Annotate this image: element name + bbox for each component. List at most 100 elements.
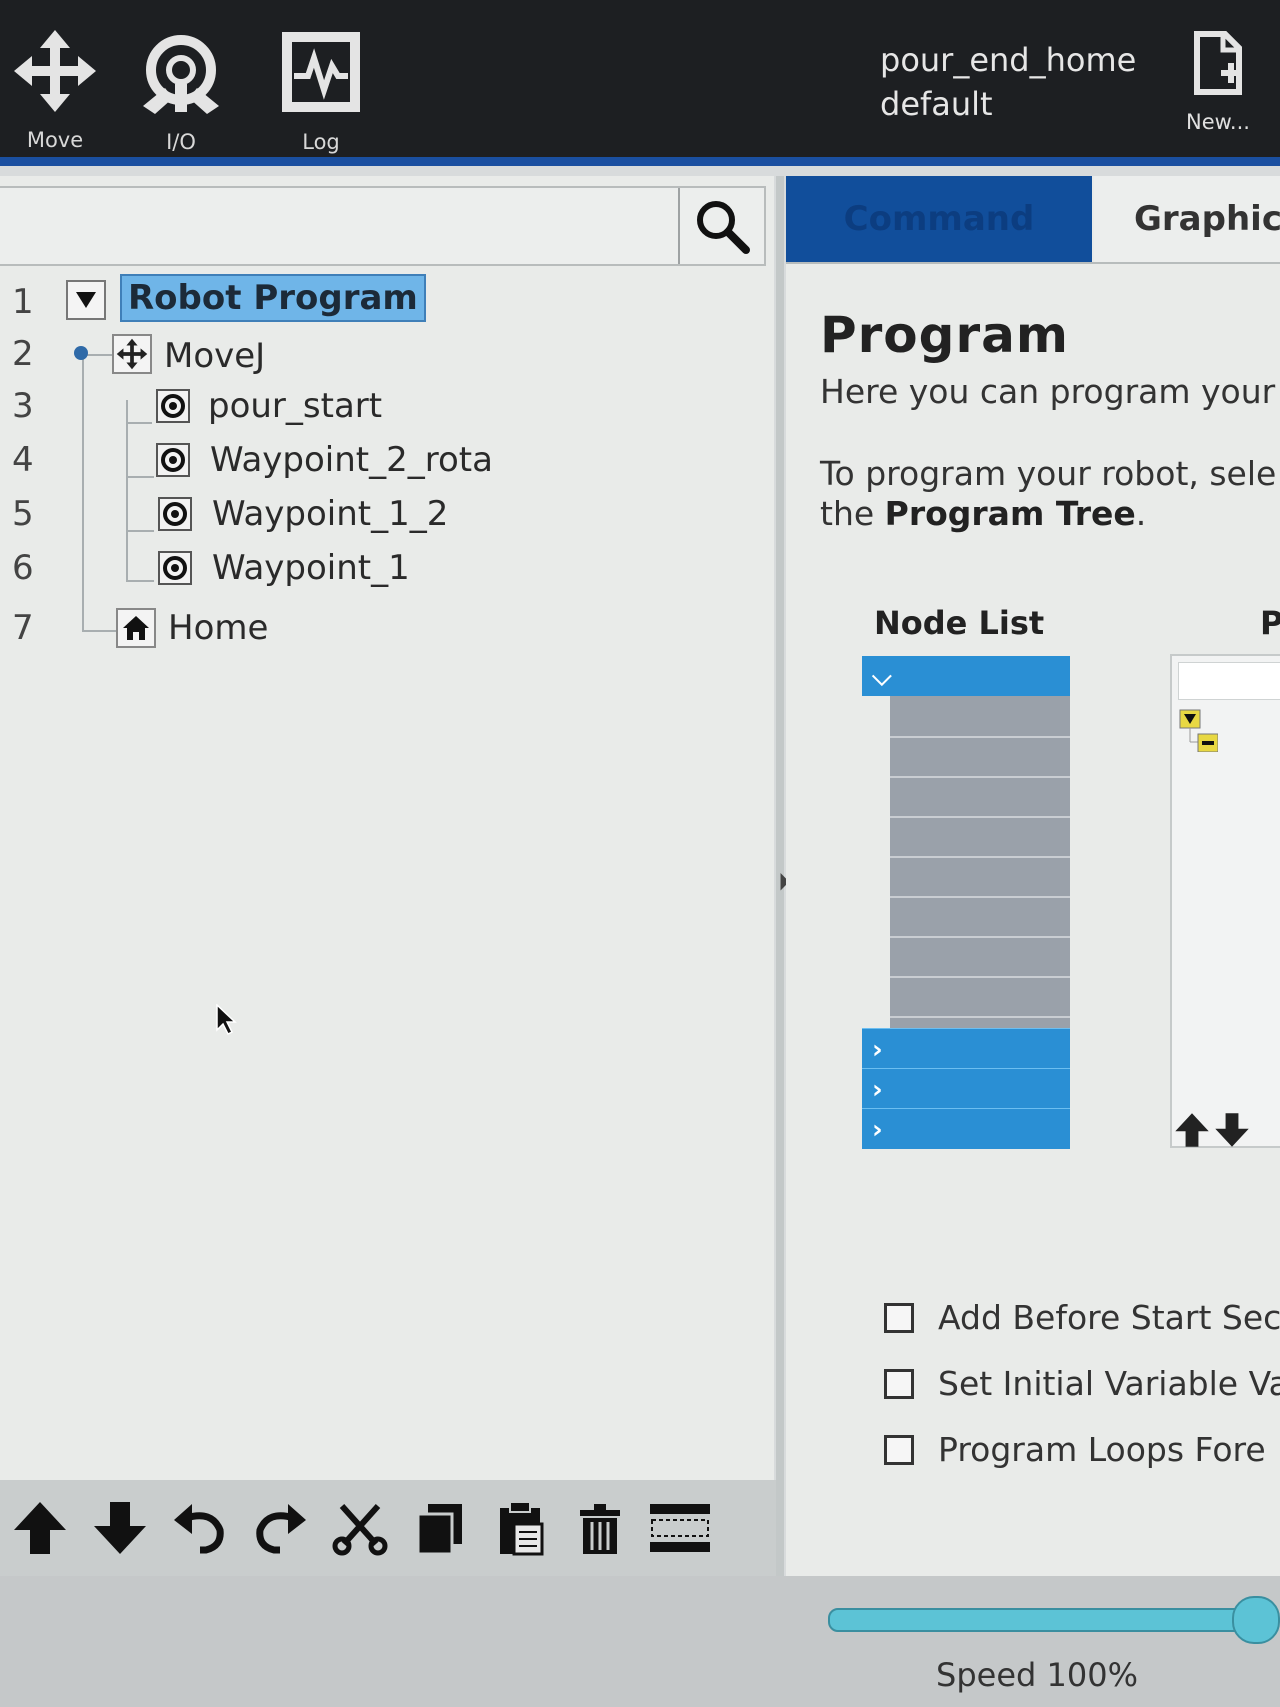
undo-button[interactable] xyxy=(160,1488,240,1568)
node-list-group[interactable]: › xyxy=(862,1068,1070,1109)
chevron-down-icon: ⌵ xyxy=(872,662,892,692)
mouse-cursor-icon xyxy=(216,1004,237,1036)
line-number: 5 xyxy=(12,494,34,534)
waypoint-icon xyxy=(156,389,190,423)
new-file-icon xyxy=(1194,31,1242,95)
move-label: Move xyxy=(26,128,84,152)
move-arrows-icon xyxy=(14,30,96,112)
paste-icon xyxy=(500,1501,544,1556)
program-info: pour_end_home default xyxy=(880,38,1136,126)
paste-button[interactable] xyxy=(480,1488,560,1568)
program-name: pour_end_home xyxy=(880,41,1137,79)
program-preview xyxy=(1170,654,1280,1148)
checkbox-label: Add Before Start Sec xyxy=(938,1298,1280,1337)
checkbox-label: Program Loops Fore xyxy=(938,1430,1266,1469)
log-tab-button[interactable]: Log xyxy=(266,28,376,154)
tree-node-label: Waypoint_1_2 xyxy=(212,494,449,534)
waypoint-icon xyxy=(158,497,192,531)
program-tree-pane: 1 Robot Program 2 MoveJ 3 pour_start 4 W… xyxy=(0,176,774,1576)
move-arrows-icon xyxy=(112,334,152,374)
program-loops-forever-checkbox[interactable]: Program Loops Fore xyxy=(884,1430,1266,1469)
log-label: Log xyxy=(302,130,340,154)
node-list-group[interactable]: › xyxy=(862,1108,1070,1149)
line-number: 1 xyxy=(12,282,34,322)
tree-row-movej[interactable]: 2 MoveJ xyxy=(0,328,770,380)
chevron-right-icon: › xyxy=(872,1115,883,1145)
tab-underline xyxy=(786,262,1280,264)
move-tab-button[interactable]: Move xyxy=(0,28,110,152)
speed-slider-handle[interactable] xyxy=(1232,1596,1280,1644)
tab-command[interactable]: Command xyxy=(786,176,1092,262)
description-line: the Program Tree. xyxy=(820,494,1146,534)
command-pane: Command Graphic Program Here you can pro… xyxy=(786,176,1280,1576)
list-divider xyxy=(890,816,1070,818)
redo-button[interactable] xyxy=(240,1488,320,1568)
page-title: Program xyxy=(820,306,1069,364)
io-tab-button[interactable]: I/O xyxy=(126,28,236,154)
move-up-icon[interactable] xyxy=(1174,1112,1210,1148)
description-line: Here you can program your xyxy=(820,372,1276,411)
tree-row-waypoint[interactable]: 4 Waypoint_2_rota xyxy=(0,434,770,486)
move-up-icon xyxy=(14,1502,66,1554)
move-up-button[interactable] xyxy=(0,1488,80,1568)
home-icon xyxy=(116,608,156,648)
header-toolbar: Move I/O Log pour_end_home default New..… xyxy=(0,0,1280,157)
checkbox-label: Set Initial Variable Va xyxy=(938,1364,1280,1403)
tree-row-robot-program[interactable]: 1 Robot Program xyxy=(0,274,770,328)
io-icon xyxy=(143,35,219,114)
cut-icon xyxy=(332,1503,388,1556)
node-list-body xyxy=(890,696,1070,1028)
search-button[interactable] xyxy=(678,188,764,264)
checkbox-box[interactable] xyxy=(884,1302,914,1333)
tree-row-waypoint[interactable]: 5 Waypoint_1_2 xyxy=(0,488,770,540)
header-accent-strip xyxy=(0,157,1280,166)
line-number: 6 xyxy=(12,548,34,588)
search-icon xyxy=(697,201,750,254)
preview-title: P xyxy=(1260,604,1280,642)
node-list-title: Node List xyxy=(874,604,1045,642)
description-line: To program your robot, sele xyxy=(820,454,1277,493)
tree-node-label: Waypoint_1 xyxy=(212,548,410,588)
list-divider xyxy=(890,776,1070,778)
suppress-button[interactable] xyxy=(640,1488,720,1568)
tree-node-label: Robot Program xyxy=(120,274,426,322)
tree-edit-toolbar xyxy=(0,1480,776,1576)
tree-row-waypoint[interactable]: 3 pour_start xyxy=(0,380,770,432)
description-text: . xyxy=(1135,494,1147,533)
speed-slider-track[interactable] xyxy=(828,1608,1260,1632)
list-divider xyxy=(890,896,1070,898)
tab-graphics[interactable]: Graphic xyxy=(1094,176,1280,262)
list-divider xyxy=(890,736,1070,738)
new-program-button[interactable]: New... xyxy=(1170,30,1266,134)
list-divider xyxy=(890,1016,1070,1018)
node-list-header[interactable]: ⌵ xyxy=(862,656,1070,696)
copy-button[interactable] xyxy=(400,1488,480,1568)
log-icon xyxy=(282,32,360,112)
program-tree-link: Program Tree xyxy=(884,494,1136,533)
delete-icon xyxy=(580,1504,620,1554)
new-label: New... xyxy=(1186,110,1250,134)
io-label: I/O xyxy=(166,130,196,154)
add-before-start-checkbox[interactable]: Add Before Start Sec xyxy=(884,1298,1280,1337)
installation-name: default xyxy=(880,85,993,123)
delete-button[interactable] xyxy=(560,1488,640,1568)
speed-label: Speed 100% xyxy=(936,1656,1138,1694)
waypoint-icon xyxy=(156,443,190,477)
cut-button[interactable] xyxy=(320,1488,400,1568)
copy-icon xyxy=(416,1504,462,1556)
move-down-icon[interactable] xyxy=(1214,1112,1250,1148)
node-list: ⌵ › › › xyxy=(862,656,1070,1152)
collapse-triangle-icon[interactable] xyxy=(66,280,106,320)
chevron-right-icon: › xyxy=(872,1035,883,1065)
tree-row-home[interactable]: 7 Home xyxy=(0,602,770,654)
undo-icon xyxy=(174,1504,224,1554)
line-number: 2 xyxy=(12,334,34,374)
tree-row-waypoint[interactable]: 6 Waypoint_1 xyxy=(0,542,770,594)
tree-node-label: MoveJ xyxy=(164,336,266,376)
tree-search-bar[interactable] xyxy=(0,186,766,266)
set-initial-variable-checkbox[interactable]: Set Initial Variable Va xyxy=(884,1364,1280,1403)
checkbox-box[interactable] xyxy=(884,1368,914,1399)
move-down-button[interactable] xyxy=(80,1488,160,1568)
checkbox-box[interactable] xyxy=(884,1434,914,1465)
node-list-group[interactable]: › xyxy=(862,1028,1070,1069)
